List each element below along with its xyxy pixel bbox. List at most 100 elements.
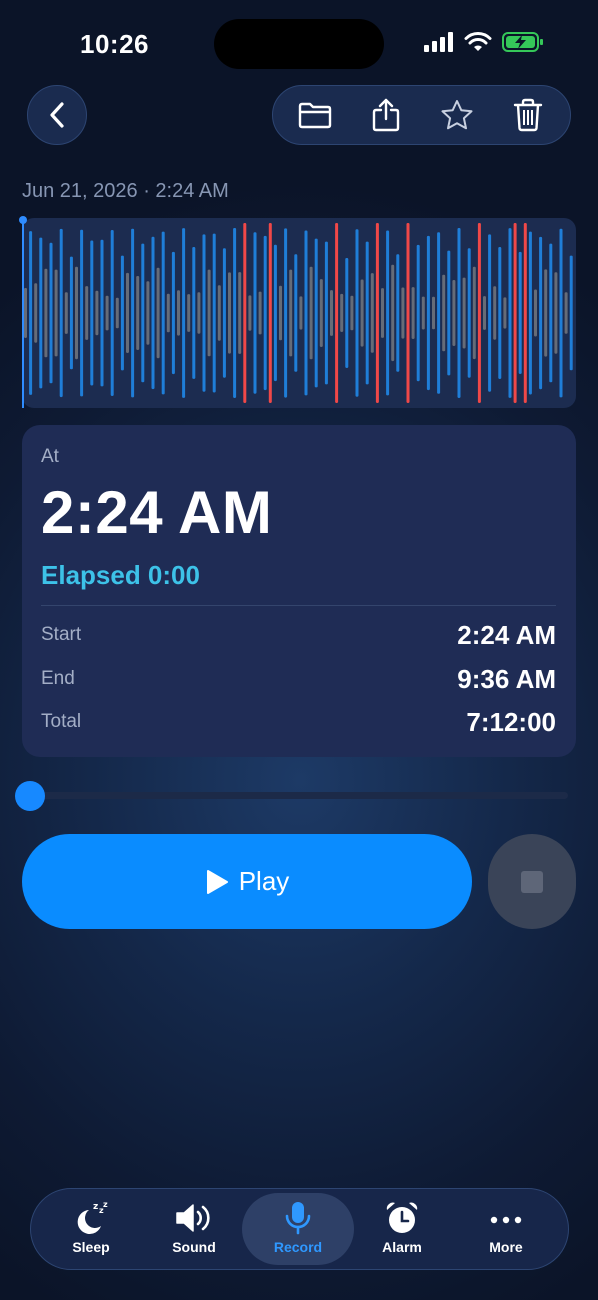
waveform-bar <box>498 247 502 379</box>
total-value: 7:12:00 <box>466 707 556 737</box>
waveform-bar <box>375 223 379 403</box>
svg-text:z: z <box>93 1202 98 1212</box>
waveform-bar <box>381 288 384 338</box>
waveform-bar <box>248 295 252 331</box>
waveform-bar <box>304 230 308 396</box>
playhead[interactable] <box>22 218 24 408</box>
waveform-bar <box>29 231 33 395</box>
waveform-bar <box>518 251 522 374</box>
waveform-bar <box>238 272 242 354</box>
waveform[interactable] <box>22 218 576 408</box>
waveform-bar <box>69 256 73 370</box>
waveform-bar <box>406 223 410 403</box>
waveform-bar <box>95 290 99 336</box>
tab-alarm-label: Alarm <box>382 1239 422 1255</box>
waveform-bar <box>49 242 53 384</box>
play-label: Play <box>238 866 290 896</box>
card-divider <box>41 605 556 606</box>
waveform-bar <box>202 234 206 392</box>
waveform-bar <box>222 248 226 378</box>
waveform-bar <box>273 244 277 382</box>
waveform-bar <box>488 234 492 392</box>
waveform-bars <box>24 223 573 403</box>
playback-progress-thumb[interactable] <box>15 781 45 811</box>
share-icon <box>372 98 400 132</box>
waveform-bar <box>253 232 257 394</box>
waveform-bar <box>411 287 415 339</box>
svg-text:z: z <box>103 1201 108 1209</box>
tab-sleep[interactable]: z z z Sleep <box>35 1193 147 1265</box>
trash-icon <box>514 98 543 132</box>
favorite-button[interactable] <box>433 91 481 139</box>
waveform-bar <box>120 255 124 371</box>
alarm-clock-icon <box>386 1202 418 1233</box>
waveform-bar <box>151 236 155 390</box>
waveform-bar <box>166 293 170 333</box>
waveform-bar <box>115 297 119 329</box>
playback-progress-track[interactable] <box>30 792 568 799</box>
waveform-bar <box>355 229 359 397</box>
at-label: At <box>41 446 59 467</box>
waveform-bar <box>177 290 180 336</box>
waveform-bar <box>309 266 313 360</box>
waveform-bar <box>503 297 507 329</box>
waveform-bar <box>110 230 114 396</box>
waveform-bar <box>534 289 537 337</box>
waveform-bar <box>508 228 512 398</box>
recording-toolbar <box>272 85 571 145</box>
folder-button[interactable] <box>291 91 339 139</box>
tab-record[interactable]: Record <box>242 1193 354 1265</box>
start-label: Start <box>41 624 82 645</box>
waveform-bar <box>192 247 196 379</box>
stop-icon <box>521 870 543 893</box>
share-button[interactable] <box>362 91 410 139</box>
waveform-bar <box>391 264 395 362</box>
waveform-bar <box>171 251 175 375</box>
waveform-bar <box>467 248 471 378</box>
delete-button[interactable] <box>504 91 552 139</box>
waveform-bar <box>243 223 247 403</box>
waveform-bar <box>263 235 267 391</box>
waveform-bar <box>457 228 461 398</box>
tab-sound-label: Sound <box>172 1239 216 1255</box>
waveform-bar <box>528 231 532 395</box>
waveform-bar <box>136 276 140 350</box>
waveform-bar <box>126 272 129 353</box>
waveform-bar <box>268 223 272 403</box>
play-icon <box>206 869 228 894</box>
wifi-icon <box>464 32 492 51</box>
waveform-bar <box>131 228 135 398</box>
waveform-bar <box>294 254 298 372</box>
waveform-bar <box>462 277 466 349</box>
waveform-bar <box>24 288 27 338</box>
tab-alarm[interactable]: Alarm <box>346 1193 458 1265</box>
waveform-bar <box>421 296 425 330</box>
waveform-bar <box>549 243 553 383</box>
battery-charging-icon <box>502 32 543 52</box>
waveform-bar <box>284 228 288 398</box>
end-value: 9:36 AM <box>457 664 556 694</box>
waveform-bar <box>432 296 435 330</box>
waveform-bar <box>59 228 63 398</box>
tab-more[interactable]: More <box>450 1193 562 1265</box>
recording-date: Jun 21, 2026 · 2:24 AM <box>22 180 229 202</box>
waveform-bar <box>365 241 369 385</box>
chevron-left-icon <box>50 102 64 128</box>
waveform-bar <box>360 279 364 347</box>
waveform-bar <box>85 286 89 340</box>
waveform-bar <box>156 267 160 359</box>
waveform-bar <box>80 229 84 397</box>
tab-sound[interactable]: Sound <box>138 1193 250 1265</box>
back-button[interactable] <box>27 85 87 145</box>
speaker-icon <box>176 1204 210 1232</box>
waveform-bar <box>401 287 405 339</box>
folder-icon <box>298 102 331 129</box>
status-icons <box>424 32 544 52</box>
dynamic-island <box>214 19 384 69</box>
play-button[interactable]: Play <box>22 834 472 929</box>
waveform-bar <box>75 266 78 360</box>
waveform-bar <box>319 279 323 347</box>
waveform-bar <box>54 269 58 357</box>
stop-button[interactable] <box>488 834 576 929</box>
waveform-bar <box>447 250 451 376</box>
